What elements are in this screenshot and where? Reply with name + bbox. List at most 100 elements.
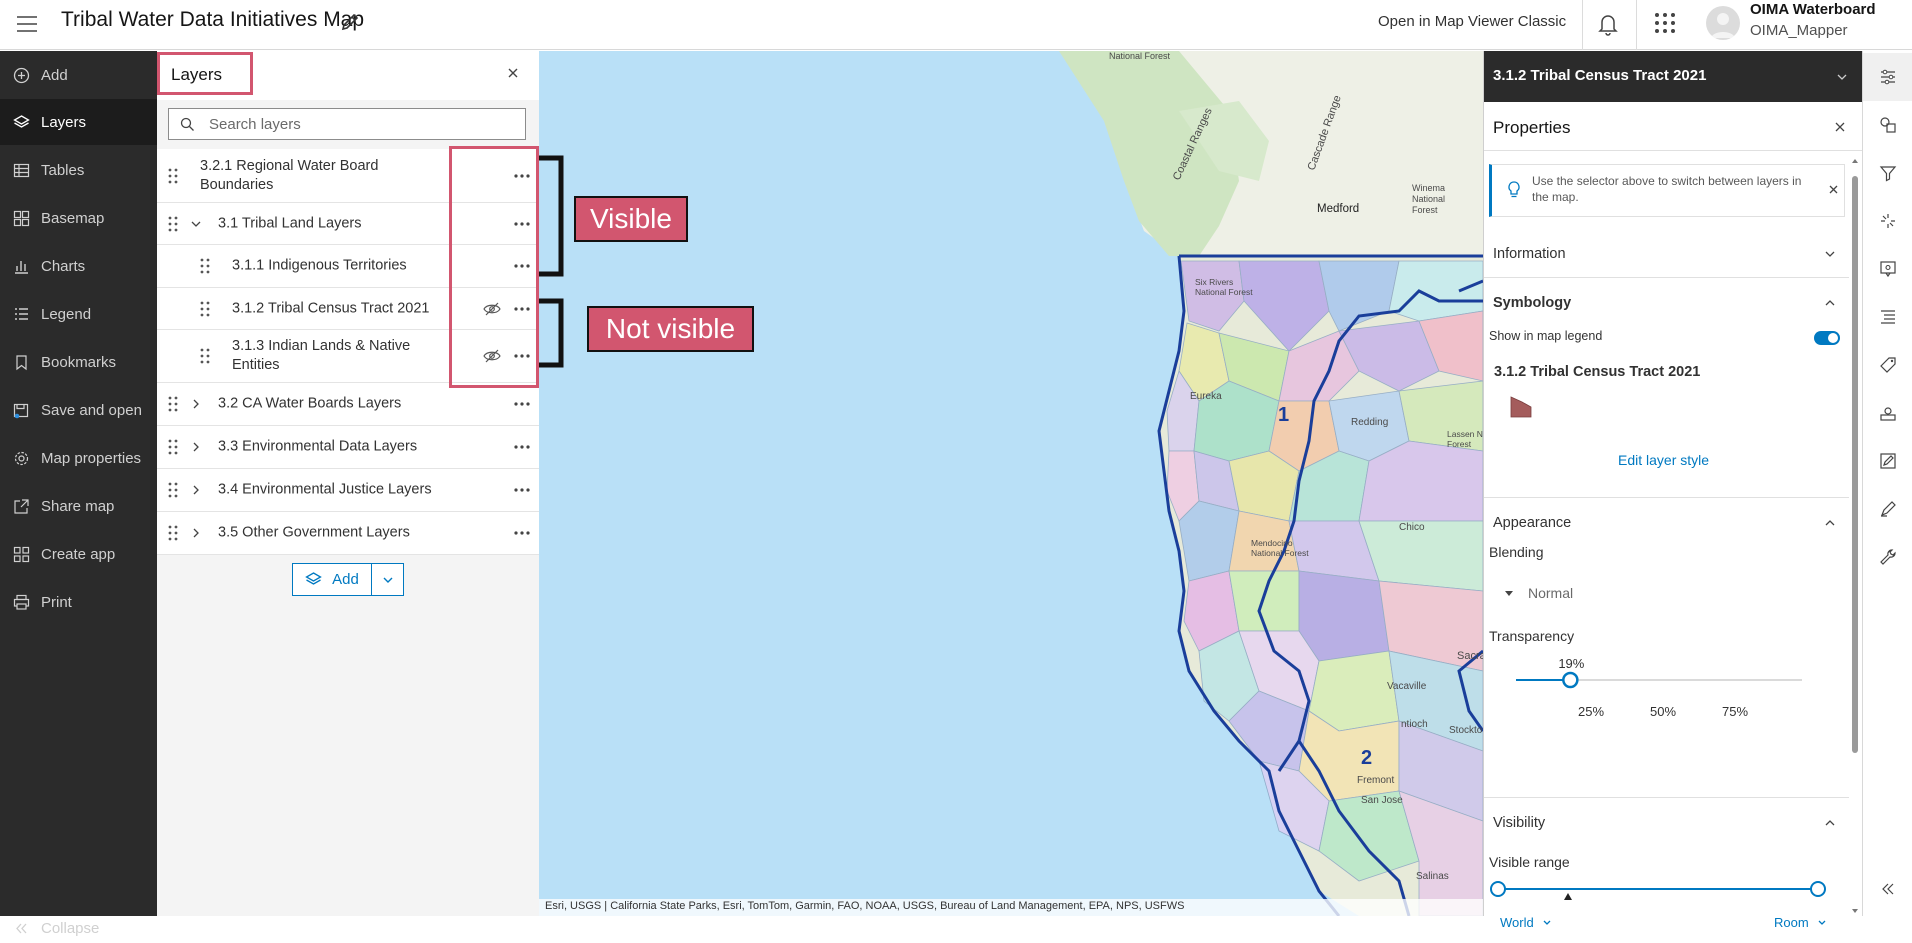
toolbar-labels-button[interactable] — [1863, 341, 1912, 389]
drag-handle-icon[interactable] — [168, 482, 178, 498]
toolbar-configure-button[interactable] — [1863, 389, 1912, 437]
region-number-label: 1 — [1278, 404, 1289, 426]
layer-group-row[interactable]: 3.2 CA Water Boards Layers — [157, 383, 539, 426]
visible-range-slider[interactable] — [1488, 874, 1828, 910]
chevron-up-icon[interactable] — [1824, 297, 1836, 309]
chevron-right-icon[interactable] — [190, 527, 202, 539]
scroll-down-icon[interactable] — [1851, 906, 1859, 916]
transparency-handle[interactable] — [1562, 671, 1579, 689]
layer-group-row[interactable]: 3.5 Other Government Layers — [157, 512, 539, 555]
nav-bookmarks[interactable]: Bookmarks — [0, 339, 157, 385]
nav-save-and-open[interactable]: Save and open — [0, 387, 157, 433]
nav-create-app[interactable]: Create app — [0, 531, 157, 577]
nav-add[interactable]: Add — [0, 52, 157, 98]
section-title[interactable]: Appearance — [1493, 515, 1571, 531]
bell-icon[interactable] — [1596, 11, 1620, 37]
toolbar-styles-button[interactable] — [1863, 101, 1912, 149]
drag-handle-icon[interactable] — [200, 301, 210, 317]
range-max-dropdown[interactable]: Room — [1774, 915, 1827, 930]
drag-handle-icon[interactable] — [200, 348, 210, 364]
edit-layer-style-link[interactable]: Edit layer style — [1618, 452, 1709, 468]
nav-share-map[interactable]: Share map — [0, 483, 157, 529]
drag-handle-icon[interactable] — [168, 439, 178, 455]
app-launcher-icon[interactable] — [1653, 11, 1677, 35]
edit-title-pencil-icon[interactable] — [339, 11, 361, 33]
collapse-button[interactable]: Collapse — [0, 913, 157, 943]
properties-scrollbar[interactable] — [1851, 156, 1859, 916]
map-canvas[interactable]: National Forest Coastal Ranges Cascade R… — [539, 51, 1483, 916]
information-section-header[interactable]: Information — [1484, 229, 1849, 278]
layers-icon — [13, 114, 30, 128]
more-options-icon[interactable] — [513, 530, 531, 536]
layer-selector[interactable]: 3.1.2 Tribal Census Tract 2021 — [1484, 51, 1863, 102]
more-options-icon[interactable] — [513, 401, 531, 407]
drag-handle-icon[interactable] — [168, 396, 178, 412]
nav-charts[interactable]: Charts — [0, 243, 157, 289]
range-min-handle[interactable] — [1490, 881, 1506, 897]
toolbar-sketch-button[interactable] — [1863, 485, 1912, 533]
chevron-right-icon[interactable] — [190, 441, 202, 453]
nav-layers[interactable]: Layers — [0, 99, 157, 145]
chevron-right-icon[interactable] — [190, 398, 202, 410]
close-icon[interactable] — [1828, 184, 1839, 195]
add-dropdown-button[interactable] — [372, 564, 403, 595]
section-title[interactable]: Visibility — [1493, 815, 1545, 831]
close-icon[interactable] — [1834, 121, 1846, 133]
chevron-up-icon[interactable] — [1824, 817, 1836, 829]
toolbar-filter-button[interactable] — [1863, 149, 1912, 197]
map-title: Tribal Water Data Initiatives Map — [61, 8, 365, 31]
apps-icon — [13, 546, 30, 562]
range-max-value: Room — [1774, 915, 1809, 930]
layer-group-row[interactable]: 3.4 Environmental Justice Layers — [157, 469, 539, 512]
nav-print[interactable]: Print — [0, 579, 157, 625]
chevron-down-icon — [383, 577, 392, 583]
show-in-legend-toggle[interactable] — [1814, 331, 1840, 345]
close-icon[interactable] — [506, 66, 520, 80]
range-max-handle[interactable] — [1810, 881, 1826, 897]
map-label: Chico — [1399, 522, 1425, 533]
toolbar-tools-button[interactable] — [1863, 533, 1912, 581]
toolbar-edit-button[interactable] — [1863, 437, 1912, 485]
nav-tables[interactable]: Tables — [0, 147, 157, 193]
layer-name: 3.1.3 Indian Lands & Native Entities — [232, 337, 410, 375]
blending-select[interactable]: Normal — [1504, 581, 1624, 605]
toolbar-fields-button[interactable] — [1863, 293, 1912, 341]
section-title[interactable]: Symbology — [1493, 295, 1571, 311]
open-classic-link[interactable]: Open in Map Viewer Classic — [1378, 13, 1566, 30]
labels-icon — [1880, 357, 1896, 373]
layer-group-row[interactable]: 3.3 Environmental Data Layers — [157, 426, 539, 469]
layer-name-line: Boundaries — [200, 176, 274, 193]
chevron-right-icon[interactable] — [190, 484, 202, 496]
drag-handle-icon[interactable] — [168, 168, 178, 184]
toolbar-popups-button[interactable] — [1863, 245, 1912, 293]
toolbar-collapse-button[interactable] — [1863, 869, 1912, 909]
nav-basemap[interactable]: Basemap — [0, 195, 157, 241]
toolbar-effects-button[interactable] — [1863, 197, 1912, 245]
toolbar-properties-button[interactable] — [1863, 53, 1912, 101]
drag-handle-icon[interactable] — [168, 525, 178, 541]
user-id[interactable]: OIMA_Mapper — [1750, 22, 1848, 39]
annotation-label-visible: Visible — [574, 196, 688, 242]
scrollbar-thumb[interactable] — [1852, 176, 1858, 753]
chevron-down-icon[interactable] — [190, 218, 202, 230]
transparency-slider[interactable] — [1514, 669, 1804, 691]
range-min-dropdown[interactable]: World — [1500, 915, 1552, 930]
polygon-symbol-swatch[interactable] — [1510, 396, 1532, 418]
more-options-icon[interactable] — [513, 444, 531, 450]
search-input[interactable] — [209, 109, 509, 139]
hamburger-menu-icon[interactable] — [14, 12, 40, 36]
drag-handle-icon[interactable] — [200, 258, 210, 274]
nav-map-properties[interactable]: Map properties — [0, 435, 157, 481]
scroll-up-icon[interactable] — [1851, 156, 1859, 166]
add-layer-button[interactable]: Add — [293, 564, 372, 595]
map-view[interactable]: National Forest Coastal Ranges Cascade R… — [539, 51, 1483, 916]
chevron-up-icon[interactable] — [1824, 517, 1836, 529]
more-options-icon[interactable] — [513, 487, 531, 493]
properties-title: Properties — [1493, 118, 1571, 137]
nav-legend[interactable]: Legend — [0, 291, 157, 337]
nav-label: Save and open — [41, 401, 142, 419]
user-avatar[interactable] — [1706, 6, 1740, 40]
user-name[interactable]: OIMA Waterboard — [1750, 1, 1876, 18]
drag-handle-icon[interactable] — [168, 216, 178, 232]
search-layers-field[interactable] — [168, 108, 526, 140]
